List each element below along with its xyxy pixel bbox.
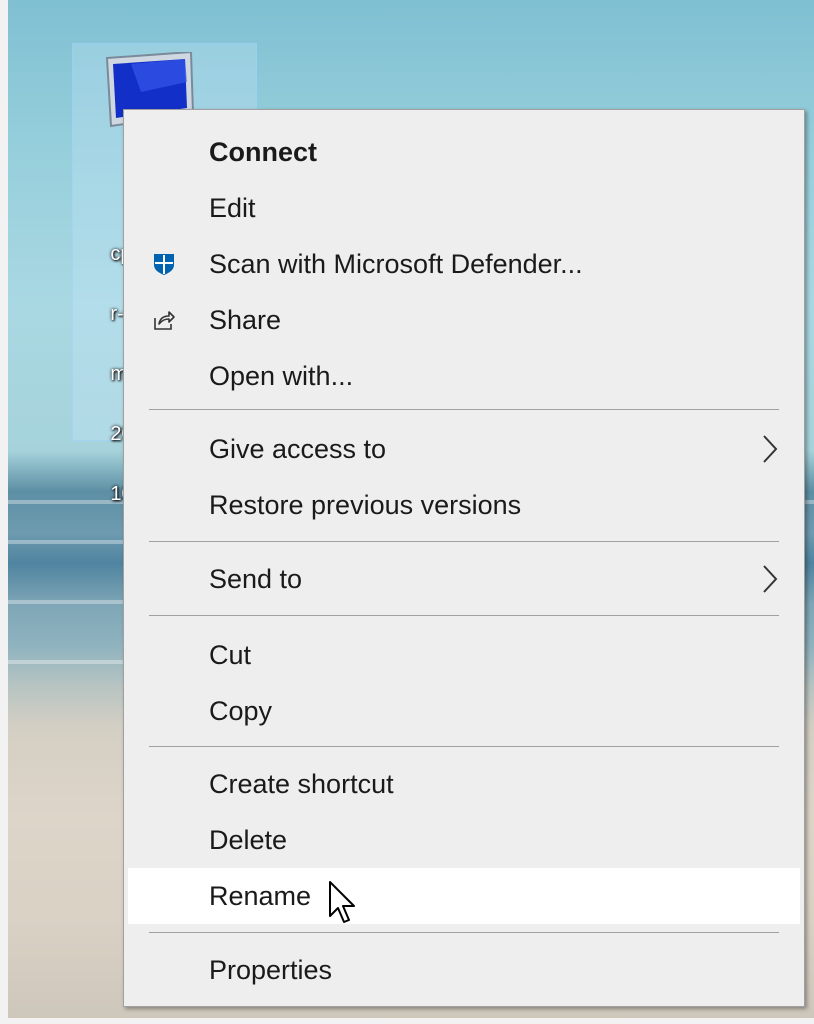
menu-item-label: Delete (209, 824, 288, 855)
menu-item-properties[interactable]: Properties (128, 942, 800, 998)
menu-item-create-shortcut[interactable]: Create shortcut (128, 756, 800, 812)
chevron-right-icon (763, 565, 778, 593)
chevron-right-icon (763, 435, 778, 463)
menu-item-share[interactable]: Share (128, 292, 800, 348)
menu-item-label: Copy (209, 695, 273, 726)
share-icon (154, 311, 175, 330)
menu-item-connect[interactable]: Connect (128, 124, 800, 180)
menu-separator (149, 615, 779, 616)
menu-item-label: Cut (209, 639, 252, 670)
menu-item-label: Share (209, 304, 282, 335)
menu-item-cut[interactable]: Cut (128, 627, 800, 683)
menu-item-label: Give access to (209, 433, 387, 464)
menu-separator (149, 746, 779, 747)
menu-item-delete[interactable]: Delete (128, 812, 800, 868)
menu-item-label: Connect (209, 136, 317, 167)
menu-item-label: Send to (209, 563, 303, 594)
menu-item-label: Properties (209, 954, 333, 985)
desktop-background: cpu r-G m 202 104 Connect Edit Scan with… (0, 0, 814, 1024)
screen-border (0, 1018, 814, 1024)
menu-item-scan-defender[interactable]: Scan with Microsoft Defender... (128, 236, 800, 292)
menu-item-label: Edit (209, 192, 256, 223)
menu-separator (149, 409, 779, 410)
menu-separator (149, 541, 779, 542)
screen-border (0, 0, 8, 1024)
defender-shield-icon (154, 254, 174, 275)
menu-item-label: Rename (209, 880, 312, 911)
menu-item-label: Restore previous versions (209, 489, 522, 520)
menu-item-label: Scan with Microsoft Defender... (209, 248, 583, 279)
menu-item-edit[interactable]: Edit (128, 180, 800, 236)
context-menu: Connect Edit Scan with Microsoft Defende… (123, 109, 805, 1007)
desktop-file-label: cpu r-G m 202 104 (77, 209, 127, 539)
menu-item-rename[interactable]: Rename (128, 868, 800, 924)
menu-item-restore-versions[interactable]: Restore previous versions (128, 477, 800, 533)
menu-item-send-to[interactable]: Send to (128, 551, 800, 607)
mouse-cursor-icon (329, 881, 355, 923)
menu-separator (149, 932, 779, 933)
menu-item-label: Open with... (209, 360, 354, 391)
menu-item-label: Create shortcut (209, 768, 394, 799)
menu-item-copy[interactable]: Copy (128, 683, 800, 739)
menu-item-open-with[interactable]: Open with... (128, 348, 800, 404)
menu-item-give-access[interactable]: Give access to (128, 421, 800, 477)
